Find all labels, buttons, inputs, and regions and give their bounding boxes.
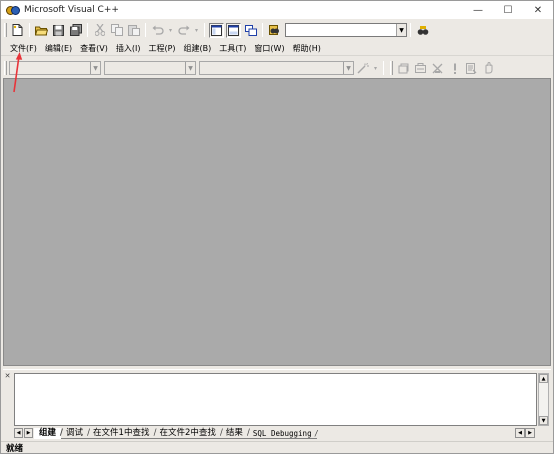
vertical-scrollbar[interactable]: ▲ ▼ bbox=[538, 373, 549, 426]
wizard-action-dropdown-icon[interactable]: ▾ bbox=[372, 61, 379, 76]
toolbar-separator bbox=[87, 23, 88, 37]
toolbar-separator bbox=[204, 23, 205, 37]
undo-icon[interactable] bbox=[150, 23, 165, 38]
output-pane: ✕ ▲ ▼ ◀ ▶ 组建 调试 在文件1中查找 在文件2中查找 结果 SQL D… bbox=[3, 369, 551, 439]
wizard-action-icon[interactable] bbox=[355, 61, 370, 76]
new-file-icon[interactable] bbox=[10, 23, 25, 38]
menu-item-view[interactable]: 查看(V) bbox=[77, 43, 111, 54]
toolbar-separator bbox=[262, 23, 263, 37]
save-icon[interactable] bbox=[51, 23, 66, 38]
redo-icon[interactable] bbox=[176, 23, 191, 38]
scroll-up-icon[interactable]: ▲ bbox=[539, 374, 548, 383]
execute-icon[interactable] bbox=[447, 61, 462, 76]
redo-dropdown-arrow-icon[interactable]: ▾ bbox=[193, 23, 200, 38]
minimize-button[interactable]: — bbox=[463, 1, 493, 19]
wizard-toolbar: ▼ ▼ ▼ ▾ bbox=[1, 58, 553, 78]
save-all-icon[interactable] bbox=[68, 23, 83, 38]
tab-scroll-right-icon[interactable]: ▶ bbox=[24, 428, 33, 438]
status-text: 就绪 bbox=[6, 444, 24, 454]
menu-item-help[interactable]: 帮助(H) bbox=[290, 43, 324, 54]
build-icon[interactable] bbox=[413, 61, 428, 76]
toolbar-separator bbox=[410, 23, 411, 37]
compile-icon[interactable] bbox=[396, 61, 411, 76]
close-button[interactable]: ✕ bbox=[523, 1, 553, 19]
scroll-right-icon[interactable]: ▶ bbox=[525, 428, 535, 438]
workspace-area[interactable] bbox=[3, 78, 551, 366]
output-text-area[interactable] bbox=[14, 373, 537, 426]
menu-item-build[interactable]: 组建(B) bbox=[181, 43, 215, 54]
toolbar-separator bbox=[383, 61, 384, 75]
horizontal-scrollbar[interactable]: ◀ ▶ bbox=[515, 428, 537, 438]
find-icon[interactable] bbox=[415, 23, 430, 38]
pane-close-icon[interactable]: ✕ bbox=[3, 372, 12, 388]
tab-results[interactable]: 结果 bbox=[220, 428, 250, 439]
tab-scroll-left-icon[interactable]: ◀ bbox=[14, 428, 23, 438]
chevron-down-icon[interactable]: ▼ bbox=[343, 62, 353, 74]
chevron-down-icon[interactable]: ▼ bbox=[396, 24, 406, 36]
paste-icon[interactable] bbox=[126, 23, 141, 38]
menu-item-window[interactable]: 窗口(W) bbox=[251, 43, 287, 54]
app-window: Microsoft Visual C++ — ☐ ✕ ▾ ▾ ▼ 文件(F) 编… bbox=[0, 0, 554, 454]
cut-icon[interactable] bbox=[92, 23, 107, 38]
output-tab-strip: ◀ ▶ 组建 调试 在文件1中查找 在文件2中查找 结果 SQL Debuggi… bbox=[14, 427, 537, 439]
scroll-left-icon[interactable]: ◀ bbox=[515, 428, 525, 438]
members-combo[interactable]: ▼ bbox=[199, 61, 354, 75]
toolbar-separator bbox=[29, 23, 30, 37]
visual-cpp-app-icon[interactable] bbox=[6, 5, 20, 15]
toolbar-grip[interactable] bbox=[390, 61, 393, 75]
find-combo[interactable]: ▼ bbox=[285, 23, 407, 37]
standard-toolbar: ▾ ▾ ▼ bbox=[1, 20, 553, 40]
title-bar[interactable]: Microsoft Visual C++ — ☐ ✕ bbox=[1, 1, 553, 19]
menu-item-file[interactable]: 文件(F) bbox=[7, 43, 40, 54]
copy-icon[interactable] bbox=[109, 23, 124, 38]
menu-item-tools[interactable]: 工具(T) bbox=[216, 43, 249, 54]
open-folder-icon[interactable] bbox=[34, 23, 49, 38]
scroll-down-icon[interactable]: ▼ bbox=[539, 416, 548, 425]
filter-combo[interactable]: ▼ bbox=[104, 61, 196, 75]
chevron-down-icon[interactable]: ▼ bbox=[185, 62, 195, 74]
workspace-icon[interactable] bbox=[209, 22, 224, 38]
go-debug-icon[interactable] bbox=[464, 61, 479, 76]
tab-debug[interactable]: 调试 bbox=[61, 428, 90, 439]
tab-find-in-files-1[interactable]: 在文件1中查找 bbox=[88, 428, 157, 439]
window-list-icon[interactable] bbox=[243, 23, 258, 38]
chevron-down-icon[interactable]: ▼ bbox=[90, 62, 100, 74]
stop-build-icon[interactable] bbox=[430, 61, 445, 76]
window-title: Microsoft Visual C++ bbox=[24, 5, 119, 15]
maximize-button[interactable]: ☐ bbox=[493, 1, 523, 19]
toolbar-grip[interactable] bbox=[4, 23, 7, 37]
toolbar-separator bbox=[145, 23, 146, 37]
undo-dropdown-arrow-icon[interactable]: ▾ bbox=[167, 23, 174, 38]
menu-item-project[interactable]: 工程(P) bbox=[145, 43, 178, 54]
menu-bar: 文件(F) 编辑(E) 查看(V) 插入(I) 工程(P) 组建(B) 工具(T… bbox=[1, 41, 553, 56]
class-combo[interactable]: ▼ bbox=[9, 61, 101, 75]
tab-find-in-files-2[interactable]: 在文件2中查找 bbox=[154, 428, 223, 439]
menu-item-insert[interactable]: 插入(I) bbox=[113, 43, 144, 54]
menu-item-edit[interactable]: 编辑(E) bbox=[42, 43, 75, 54]
find-in-files-icon[interactable] bbox=[267, 23, 282, 38]
tab-build[interactable]: 组建 bbox=[34, 427, 63, 439]
status-bar: 就绪 bbox=[1, 441, 553, 454]
window-controls: — ☐ ✕ bbox=[463, 1, 553, 19]
output-icon[interactable] bbox=[226, 22, 241, 38]
breakpoint-hand-icon[interactable] bbox=[481, 61, 496, 76]
toolbar-grip[interactable] bbox=[4, 61, 7, 75]
tab-sql-debugging[interactable]: SQL Debugging bbox=[247, 428, 318, 439]
